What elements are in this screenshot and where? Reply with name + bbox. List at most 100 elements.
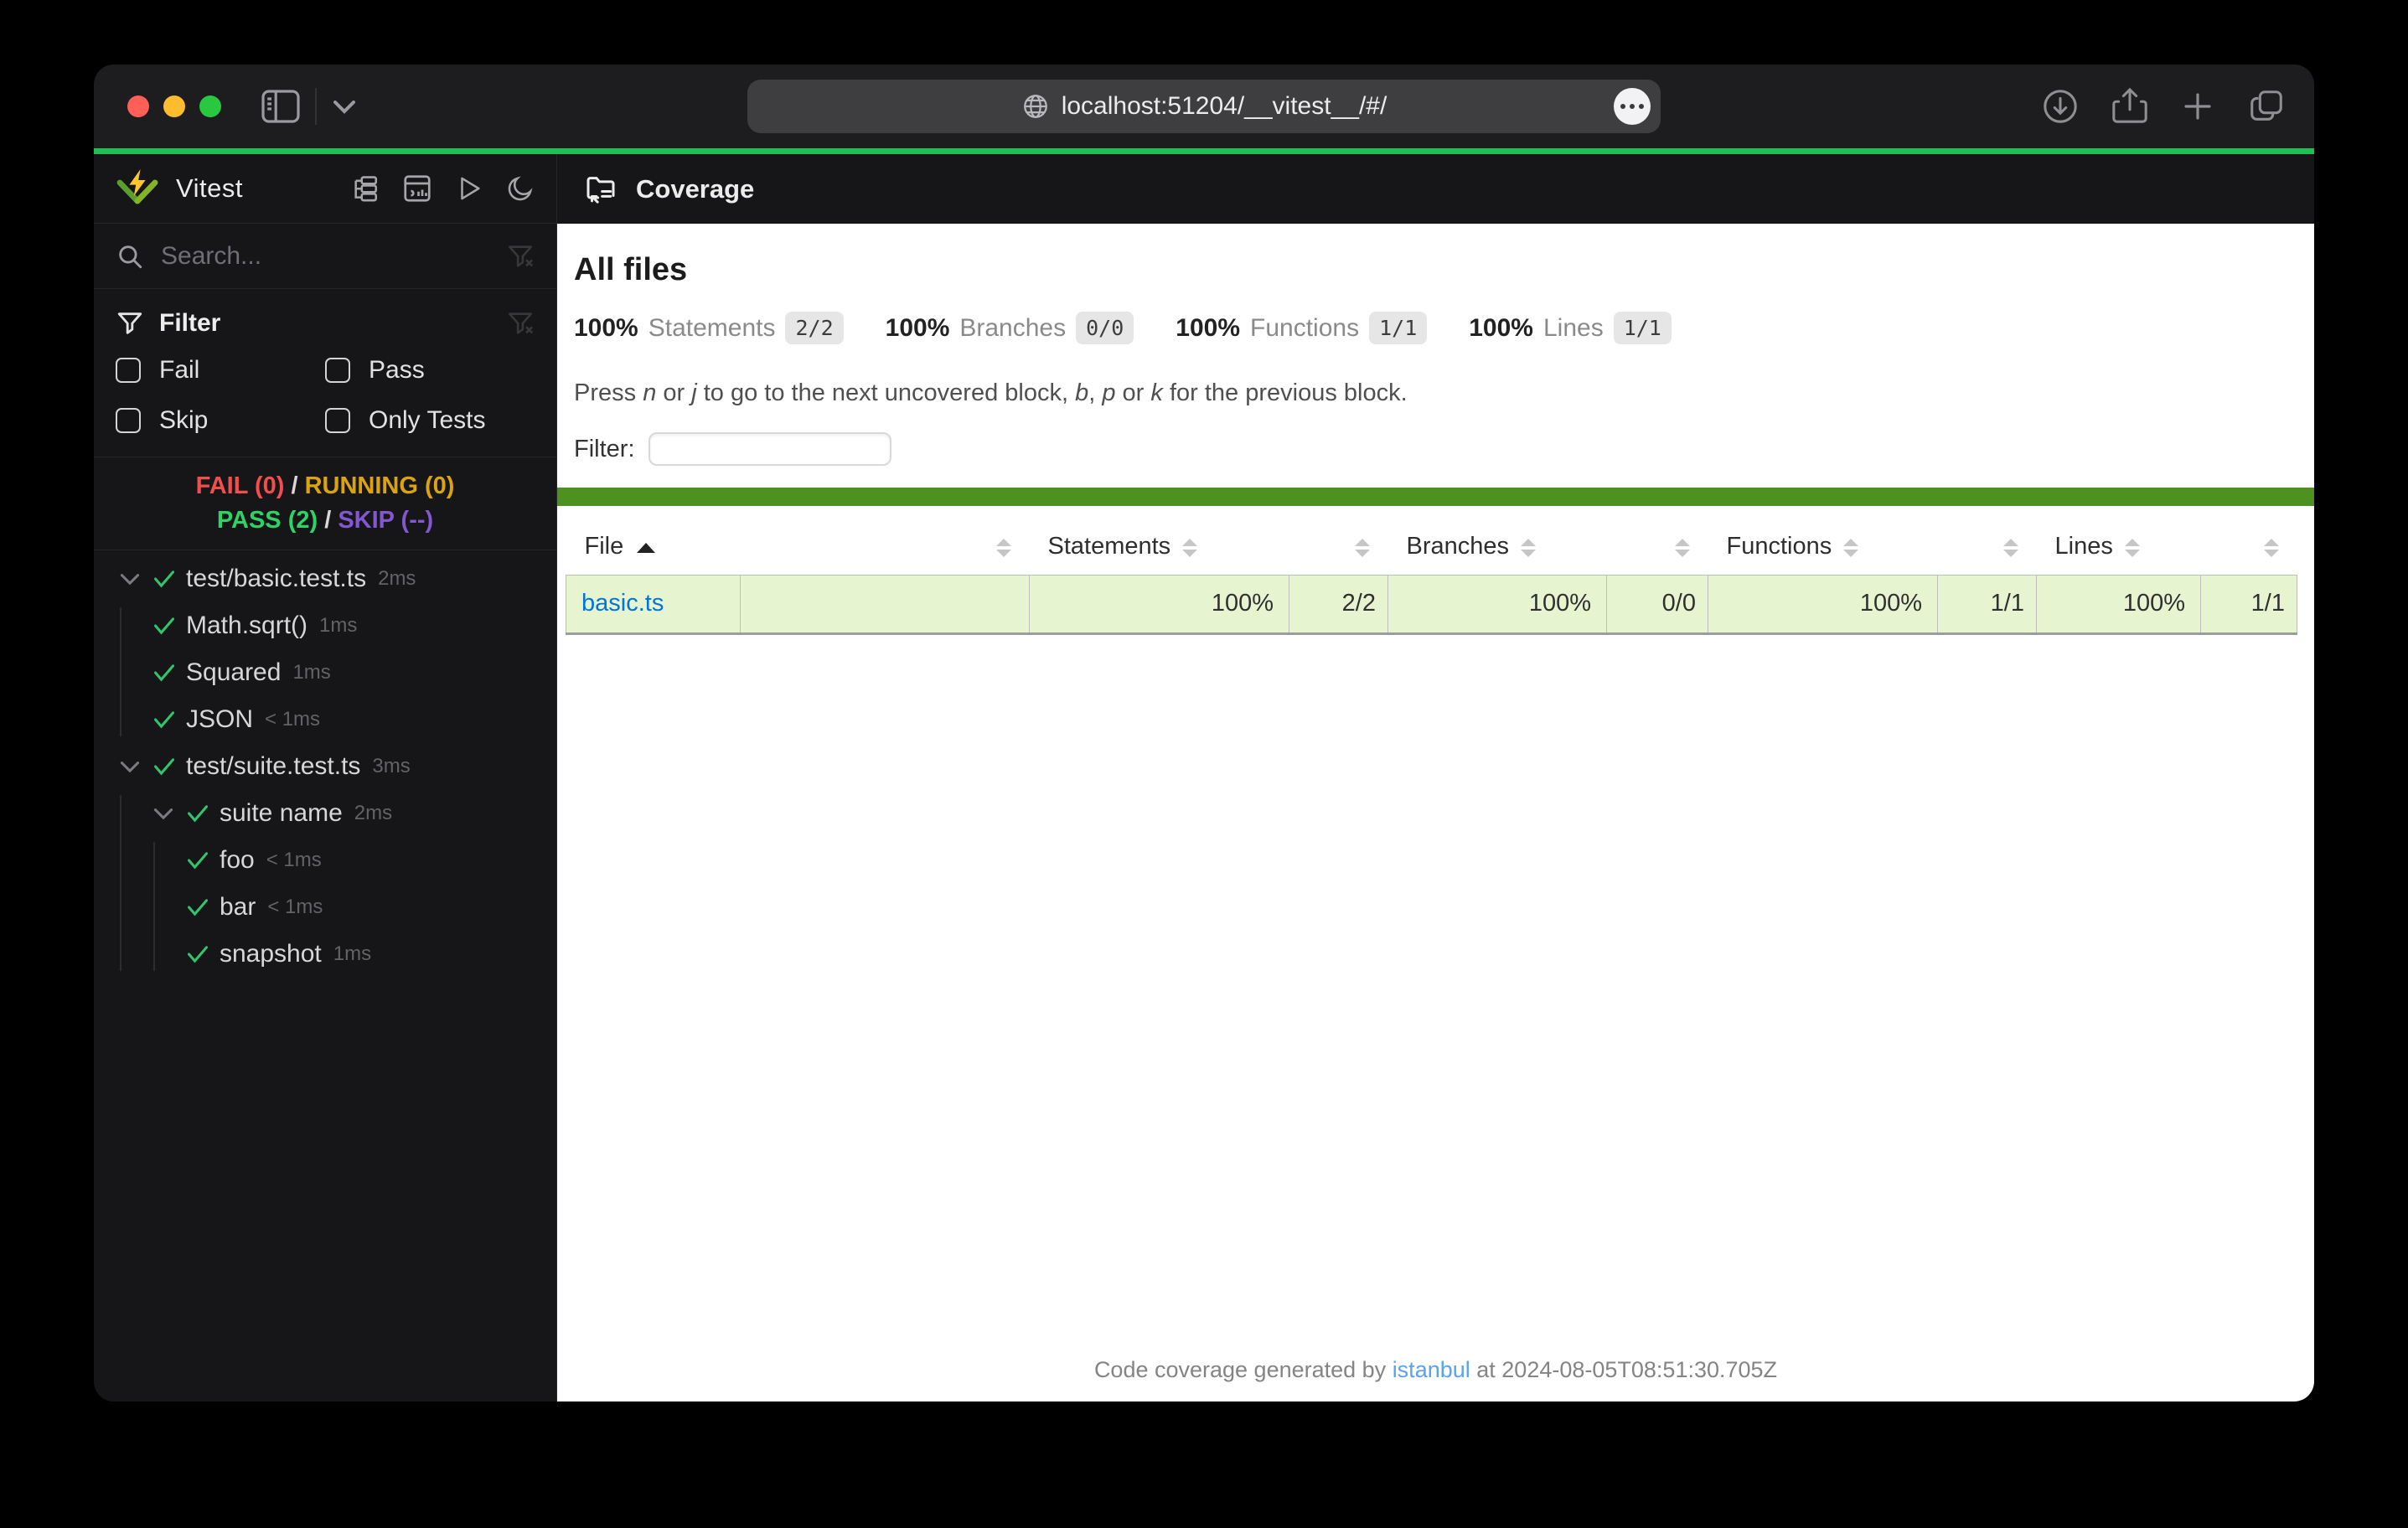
chevron-down-icon[interactable]	[119, 759, 152, 774]
search-input[interactable]: Search...	[161, 242, 506, 271]
tree-item-file[interactable]: test/suite.test.ts 3ms	[94, 743, 556, 790]
run-all-tests-icon[interactable]	[455, 174, 483, 203]
check-icon	[186, 944, 220, 964]
sort-icon[interactable]	[1843, 538, 1859, 557]
test-name: bar	[220, 893, 256, 921]
sort-ascending-icon	[637, 542, 656, 553]
test-tree-view-icon[interactable]	[351, 174, 380, 203]
checkbox-icon[interactable]	[325, 408, 350, 433]
toggle-sidebar-icon[interactable]	[261, 90, 300, 123]
pass-count: PASS (2)	[216, 507, 318, 534]
column-header-lines[interactable]: Lines	[2037, 519, 2201, 575]
test-name: Math.sqrt()	[186, 612, 308, 639]
summary-pct: 100%	[885, 313, 950, 342]
address-bar[interactable]: localhost:51204/__vitest__/#/	[747, 80, 1661, 133]
column-header-statements-fraction[interactable]	[1289, 519, 1388, 575]
vitest-logo-icon	[116, 167, 159, 210]
filter-checkbox-only-tests[interactable]: Only Tests	[325, 406, 535, 435]
check-icon	[152, 569, 186, 589]
dashboard-icon[interactable]	[402, 173, 432, 204]
coverage-filter-input[interactable]	[648, 432, 891, 466]
page-more-button[interactable]	[1614, 88, 1651, 125]
minimize-window-button[interactable]	[163, 96, 185, 117]
zoom-window-button[interactable]	[199, 96, 221, 117]
column-header-statements[interactable]: Statements	[1030, 519, 1289, 575]
test-duration: 3ms	[372, 755, 411, 777]
tree-item-test[interactable]: JSON < 1ms	[94, 696, 556, 743]
checkbox-icon[interactable]	[116, 358, 141, 383]
check-icon	[152, 663, 186, 683]
close-window-button[interactable]	[127, 96, 149, 117]
column-header-file[interactable]: File	[566, 519, 741, 575]
sort-icon[interactable]	[1182, 538, 1198, 557]
test-name: Squared	[186, 658, 282, 686]
sort-icon[interactable]	[2124, 538, 2140, 557]
summary-fraction-badge: 1/1	[1613, 312, 1672, 344]
tab-overview-icon[interactable]	[2247, 87, 2286, 126]
sort-icon[interactable]	[2263, 538, 2279, 557]
tree-item-test[interactable]: Squared 1ms	[94, 649, 556, 696]
filter-checkbox-skip[interactable]: Skip	[116, 406, 325, 435]
skip-count: SKIP (--)	[338, 507, 434, 534]
branches-pct-cell: 100%	[1387, 574, 1607, 635]
tree-item-suite[interactable]: suite name 2ms	[94, 790, 556, 837]
test-duration: < 1ms	[266, 849, 322, 871]
checkbox-label: Skip	[159, 406, 209, 434]
filter-checkbox-pass[interactable]: Pass	[325, 356, 535, 385]
clear-filters-icon[interactable]	[506, 309, 535, 338]
file-link[interactable]: basic.ts	[581, 590, 664, 617]
tree-item-test[interactable]: foo < 1ms	[94, 837, 556, 884]
test-tree: test/basic.test.ts 2ms Math.sqrt() 1ms S…	[94, 550, 556, 1402]
istanbul-link[interactable]: istanbul	[1393, 1357, 1470, 1382]
check-icon	[186, 803, 220, 823]
share-icon[interactable]	[2111, 87, 2148, 126]
test-name: suite name	[220, 799, 343, 827]
column-header-chart[interactable]	[741, 519, 1030, 575]
dark-mode-icon[interactable]	[506, 174, 535, 203]
fail-count: FAIL (0)	[195, 472, 285, 499]
chevron-down-icon[interactable]	[332, 98, 357, 115]
clear-search-filter-icon[interactable]	[506, 242, 535, 271]
footer-timestamp: at 2024-08-05T08:51:30.705Z	[1470, 1357, 1778, 1382]
summary-fraction-badge: 0/0	[1076, 312, 1134, 344]
test-duration: 2ms	[378, 567, 416, 590]
checkbox-label: Pass	[369, 356, 425, 384]
tree-indent-guide	[120, 607, 121, 736]
filter-checkbox-fail[interactable]: Fail	[116, 356, 325, 385]
tree-indent-guide	[120, 795, 121, 971]
tree-item-file[interactable]: test/basic.test.ts 2ms	[94, 555, 556, 602]
checkbox-icon[interactable]	[116, 408, 141, 433]
search-icon	[116, 242, 144, 271]
summary-functions: 100% Functions 1/1	[1176, 312, 1428, 344]
column-header-branches[interactable]: Branches	[1388, 519, 1607, 575]
new-tab-icon[interactable]	[2180, 89, 2215, 124]
checkbox-icon[interactable]	[325, 358, 350, 383]
test-name: foo	[220, 846, 255, 874]
sort-icon[interactable]	[1521, 538, 1537, 557]
test-duration: 1ms	[319, 614, 358, 637]
downloads-icon[interactable]	[2041, 87, 2080, 126]
tree-item-test[interactable]: snapshot 1ms	[94, 931, 556, 978]
summary-branches: 100% Branches 0/0	[886, 312, 1134, 344]
column-header-functions-fraction[interactable]	[1938, 519, 2037, 575]
test-duration: < 1ms	[267, 896, 323, 918]
sort-icon[interactable]	[1354, 538, 1370, 557]
search-bar[interactable]: Search...	[94, 224, 556, 289]
functions-fraction-cell: 1/1	[1937, 574, 2037, 635]
chevron-down-icon[interactable]	[119, 571, 152, 586]
column-header-functions[interactable]: Functions	[1708, 519, 1938, 575]
sort-icon[interactable]	[2002, 538, 2018, 557]
tree-item-test[interactable]: bar < 1ms	[94, 884, 556, 931]
column-header-lines-fraction[interactable]	[2201, 519, 2297, 575]
functions-pct-cell: 100%	[1708, 574, 1938, 635]
tree-item-test[interactable]: Math.sqrt() 1ms	[94, 602, 556, 649]
summary-fraction-badge: 2/2	[785, 312, 844, 344]
sort-icon[interactable]	[995, 538, 1011, 557]
summary-label: Statements	[648, 313, 776, 342]
column-header-branches-fraction[interactable]	[1607, 519, 1708, 575]
sort-icon[interactable]	[1674, 538, 1690, 557]
toolbar-divider	[315, 88, 317, 125]
chevron-down-icon[interactable]	[152, 806, 186, 821]
coverage-table: File Statements Branches Functions Lines…	[566, 519, 2297, 635]
test-status-summary: FAIL (0) / RUNNING (0) PASS (2) / SKIP (…	[94, 457, 556, 550]
